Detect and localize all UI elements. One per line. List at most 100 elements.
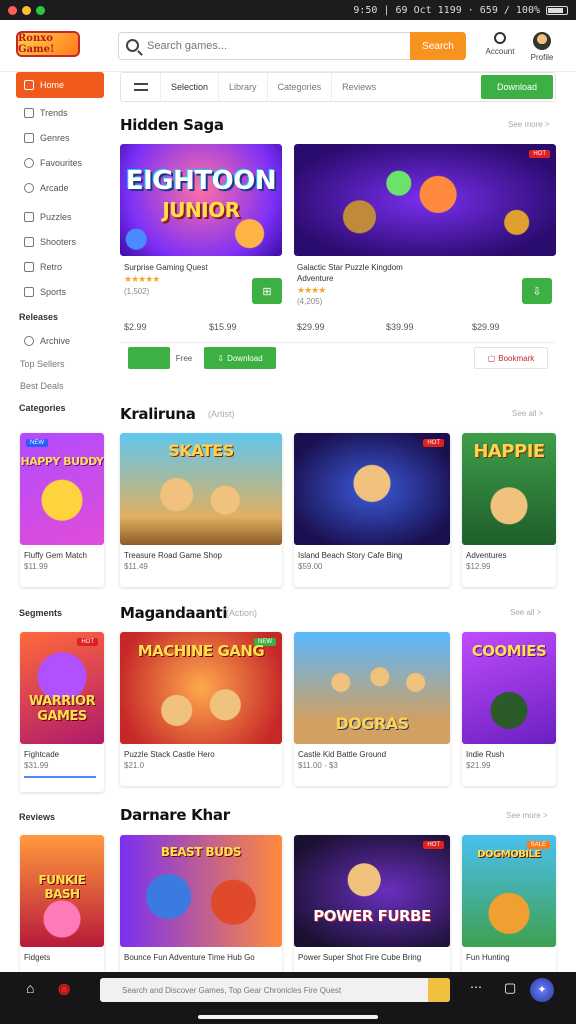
game-title: Fidgets	[24, 953, 51, 962]
home-indicator	[198, 1015, 378, 1019]
sidebar-item-genres[interactable]: Genres	[16, 125, 104, 150]
game-card[interactable]: HOT WARRIOR GAMES Fightcade $31.99	[20, 632, 104, 792]
bottom-search-text: Search and Discover Games, Top Gear Chro…	[122, 985, 342, 995]
cover-title: EIGHTOON	[125, 166, 277, 196]
sidebar-item-shooters[interactable]: Shooters	[16, 229, 104, 254]
add-to-cart-button[interactable]: ⇩	[522, 278, 552, 304]
cover-title: BEAST BUDS	[160, 845, 242, 859]
progress-indicator	[128, 347, 170, 369]
game-card[interactable]: SALE DOGMOBILE Fun Hunting	[462, 835, 556, 972]
section-subtitle: (Action)	[226, 608, 258, 618]
game-cover-image: HOT POWER FURBE	[294, 835, 450, 947]
game-card[interactable]: FUNKIE BASH Fidgets	[20, 835, 104, 972]
sidebar-item-label: Trends	[40, 107, 68, 118]
featured-see-more-link[interactable]: See more >	[508, 120, 550, 129]
assistant-icon[interactable]: ✦	[530, 978, 554, 1002]
cover-title: COOMIES	[471, 642, 547, 660]
rating-count: (1,502)	[124, 287, 150, 296]
search-button[interactable]: Search	[410, 32, 466, 60]
maximize-window-button[interactable]	[36, 5, 45, 15]
sidebar-item-retro[interactable]: Retro	[16, 254, 104, 279]
sidebar-item-label: Home	[40, 80, 65, 90]
see-more-link[interactable]: See more >	[506, 811, 548, 820]
sidebar-item-archive[interactable]: Archive	[16, 328, 104, 353]
add-to-cart-button[interactable]: ⊞	[252, 278, 282, 304]
featured-game-card-2[interactable]: HOT	[294, 144, 556, 256]
game-price: $21.99	[466, 761, 491, 770]
bottom-search-field[interactable]: Search and Discover Games, Top Gear Chro…	[100, 978, 450, 1002]
sidebar-item-puzzles[interactable]: Puzzles	[16, 204, 104, 229]
bottom-taskbar: ⌂ ◉ Search and Discover Games, Top Gear …	[0, 972, 576, 1024]
game-card[interactable]: HOT POWER FURBE Power Super Shot Fire Cu…	[294, 835, 450, 972]
sidebar-item-sports[interactable]: Sports	[16, 279, 104, 304]
tab-library[interactable]: Library	[219, 73, 268, 101]
cover-title: HAPPY BUDDY	[20, 455, 104, 468]
close-window-button[interactable]	[8, 5, 17, 15]
tab-reviews[interactable]: Reviews	[332, 73, 386, 101]
game-cover-image: HAPPIE	[462, 433, 556, 545]
cover-title: FUNKIE BASH	[38, 873, 86, 901]
profile-button[interactable]: Profile	[524, 32, 560, 62]
game-title: Castle Kid Battle Ground	[298, 750, 387, 759]
menu-button[interactable]	[121, 73, 161, 101]
featured-game-card-1[interactable]: EIGHTOON JUNIOR	[120, 144, 282, 256]
minimize-window-button[interactable]	[22, 5, 31, 15]
see-all-link[interactable]: See all >	[512, 409, 543, 418]
rating: ★★★★	[297, 285, 326, 296]
sidebar-item-favourites[interactable]: Favourites	[16, 150, 104, 175]
status-bar: 9:50 | 69 Oct 1199 · 659 / 100%	[353, 5, 568, 16]
game-card[interactable]: SKATES Treasure Road Game Shop $11.49	[120, 433, 282, 587]
home-icon[interactable]: ⌂	[26, 980, 34, 996]
bottom-search-button[interactable]	[428, 978, 450, 1002]
game-title: Power Super Shot Fire Cube Bring	[298, 953, 422, 962]
hot-badge: HOT	[423, 439, 444, 447]
price: $2.99	[124, 322, 147, 332]
game-title: Fightcade	[24, 750, 60, 759]
app-icon[interactable]: ◉	[58, 980, 70, 997]
trend-icon	[24, 107, 34, 118]
home-icon	[24, 80, 34, 90]
account-button[interactable]: Account	[482, 32, 518, 56]
search-input[interactable]	[147, 33, 407, 59]
download-cta-button[interactable]: Download	[481, 75, 553, 99]
battery-icon	[546, 5, 568, 15]
featured-card-2-title[interactable]: Galactic Star Puzzle Kingdom	[297, 263, 457, 272]
game-price: $11.49	[124, 562, 148, 571]
game-card[interactable]: HAPPIE Adventures $12.99	[462, 433, 556, 587]
section-subtitle: (Artist)	[208, 409, 235, 419]
sidebar-item-trends[interactable]: Trends	[16, 100, 104, 125]
see-all-link[interactable]: See all >	[510, 608, 541, 617]
account-label: Account	[485, 47, 515, 56]
game-title: Puzzle Stack Castle Hero	[124, 750, 215, 759]
sidebar-link-best-deals[interactable]: Best Deals	[0, 375, 112, 397]
game-price: $31.99	[24, 761, 49, 770]
bookmark-icon: ▢	[487, 353, 496, 363]
tab-selection[interactable]: Selection	[161, 73, 220, 101]
featured-card-1-title[interactable]: Surprise Gaming Quest	[124, 263, 274, 272]
section-title: Magandaanti	[120, 604, 228, 622]
tabs-icon[interactable]: ▢	[504, 980, 516, 996]
section-title: Kraliruna	[120, 405, 196, 423]
sidebar-item-label: Archive	[40, 335, 71, 346]
price: $29.99	[297, 322, 325, 332]
cover-title: POWER FURBE	[313, 907, 431, 925]
sidebar-link-top-sellers[interactable]: Top Sellers	[0, 353, 112, 375]
price: $39.99	[386, 322, 414, 332]
game-card[interactable]: HOT Island Beach Story Cafe Bing $59.00	[294, 433, 450, 587]
game-card[interactable]: BEAST BUDS Bounce Fun Adventure Time Hub…	[120, 835, 282, 972]
game-card[interactable]: COOMIES Indie Rush $21.99	[462, 632, 556, 786]
download-icon: ⇩	[532, 285, 542, 298]
star-rating-icon: ★★★★★	[124, 274, 160, 284]
app-header: Ronxo Game! Search Account Profile	[0, 20, 576, 72]
bookmark-button[interactable]: ▢ Bookmark	[474, 347, 548, 369]
game-card[interactable]: NEW HAPPY BUDDY Fluffy Gem Match $11.99	[20, 433, 104, 587]
more-icon[interactable]: ⋯	[470, 980, 482, 994]
price: $29.99	[472, 322, 500, 332]
tab-categories[interactable]: Categories	[268, 73, 333, 101]
sidebar-item-home[interactable]: Home	[16, 72, 104, 98]
game-card[interactable]: NEW MACHINE GANG Puzzle Stack Castle Her…	[120, 632, 282, 786]
featured-download-button[interactable]: ⇩ Download	[204, 347, 276, 369]
game-card[interactable]: DOGRAS Castle Kid Battle Ground $11.00 -…	[294, 632, 450, 786]
app-logo[interactable]: Ronxo Game!	[16, 31, 80, 57]
sidebar-item-arcade[interactable]: Arcade	[16, 175, 104, 200]
